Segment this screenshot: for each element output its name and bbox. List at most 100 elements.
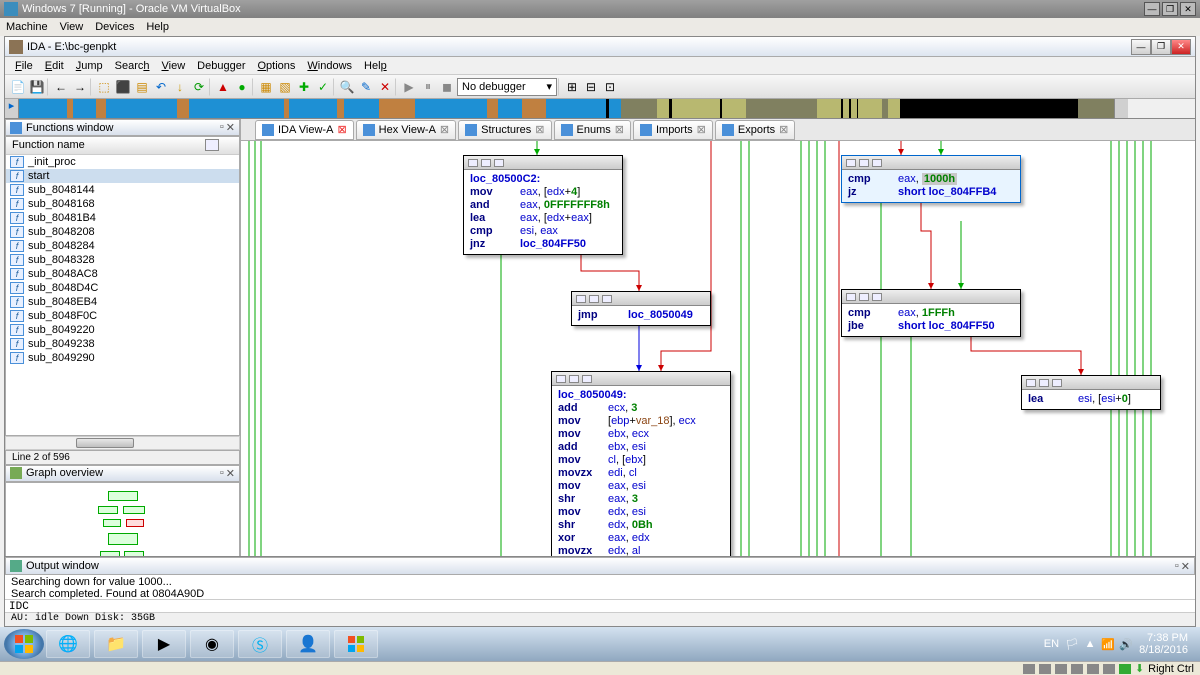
vb-menu-machine[interactable]: Machine xyxy=(6,21,48,33)
ida-menu-view[interactable]: View xyxy=(158,60,190,72)
tab-exports[interactable]: Exports⊠ xyxy=(715,120,796,140)
function-row[interactable]: fsub_80481B4 xyxy=(6,211,239,225)
tab-close-icon[interactable]: ⊠ xyxy=(779,123,788,136)
taskbar-ie[interactable]: 🌐 xyxy=(46,630,90,658)
function-row[interactable]: fsub_8048284 xyxy=(6,239,239,253)
ida-minimize-button[interactable]: — xyxy=(1131,39,1151,55)
tb-edit[interactable]: ✎ xyxy=(357,78,375,96)
tray-volume-icon[interactable]: 🔊 xyxy=(1119,637,1133,651)
tb-struct[interactable]: ▤ xyxy=(133,78,151,96)
asm-node-cmp-1FFF[interactable]: cmpeax, 1FFFh jbeshort loc_804FF50 xyxy=(841,289,1021,337)
tab-structures[interactable]: Structures⊠ xyxy=(458,120,551,140)
vb-maximize-button[interactable]: ❐ xyxy=(1162,2,1178,16)
function-row[interactable]: fsub_8048EB4 xyxy=(6,295,239,309)
navigation-band[interactable]: ▸ xyxy=(5,99,1195,119)
vb-mouse-icon[interactable] xyxy=(1119,664,1131,674)
function-row[interactable]: fsub_8049290 xyxy=(6,351,239,365)
tb-win2[interactable]: ▧ xyxy=(276,78,294,96)
function-row[interactable]: fstart xyxy=(6,169,239,183)
function-row[interactable]: fsub_8048F0C xyxy=(6,309,239,323)
functions-hscroll[interactable] xyxy=(5,436,240,449)
tb-undo[interactable]: ↶ xyxy=(152,78,170,96)
ida-menu-file[interactable]: File xyxy=(11,60,37,72)
tab-close-icon[interactable]: ⊠ xyxy=(535,123,544,136)
function-row[interactable]: fsub_8048168 xyxy=(6,197,239,211)
ida-menu-debugger[interactable]: Debugger xyxy=(193,60,249,72)
vb-display-icon[interactable] xyxy=(1103,664,1115,674)
tb-pause[interactable]: ⏸ xyxy=(419,78,437,96)
functions-header[interactable]: Function name xyxy=(6,137,239,155)
vb-shared-icon[interactable] xyxy=(1087,664,1099,674)
vb-hd-icon[interactable] xyxy=(1023,664,1035,674)
vb-close-button[interactable]: ✕ xyxy=(1180,2,1196,16)
tb-win1[interactable]: ▦ xyxy=(257,78,275,96)
function-row[interactable]: fsub_8048D4C xyxy=(6,281,239,295)
tb-new[interactable]: 📄 xyxy=(9,78,27,96)
ida-menubar[interactable]: File Edit Jump Search View Debugger Opti… xyxy=(5,57,1195,75)
tb-bp1[interactable]: ⊞ xyxy=(563,78,581,96)
vb-minimize-button[interactable]: — xyxy=(1144,2,1160,16)
functions-pane-title[interactable]: Functions window ▫ ✕ xyxy=(5,119,240,136)
tb-search[interactable]: 🔍 xyxy=(338,78,356,96)
tab-hex-view-a[interactable]: Hex View-A⊠ xyxy=(356,120,456,140)
function-row[interactable]: fsub_8049238 xyxy=(6,337,239,351)
ida-menu-windows[interactable]: Windows xyxy=(303,60,356,72)
virtualbox-menubar[interactable]: Machine View Devices Help xyxy=(0,18,1200,36)
system-tray[interactable]: EN 🏳 ▲ 📶 🔊 7:38 PM8/18/2016 xyxy=(1036,632,1196,656)
vb-menu-view[interactable]: View xyxy=(60,21,84,33)
tab-close-icon[interactable]: ⊠ xyxy=(440,123,449,136)
vb-menu-devices[interactable]: Devices xyxy=(95,21,134,33)
tab-imports[interactable]: Imports⊠ xyxy=(633,120,713,140)
asm-node-jmp[interactable]: jmploc_8050049 xyxy=(571,291,711,326)
tb-run[interactable]: ▶ xyxy=(400,78,418,96)
tb-code[interactable]: ⬚ xyxy=(95,78,113,96)
ida-menu-jump[interactable]: Jump xyxy=(72,60,107,72)
taskbar-skype[interactable]: Ⓢ xyxy=(238,630,282,658)
pane-close-icon[interactable]: ✕ xyxy=(226,121,235,134)
asm-node-lea[interactable]: leaesi, [esi+0] xyxy=(1021,375,1161,410)
taskbar-chrome[interactable]: ◉ xyxy=(190,630,234,658)
tray-network-icon[interactable]: 📶 xyxy=(1101,637,1115,651)
pane-dock-icon[interactable]: ▫ xyxy=(220,121,224,134)
asm-node-cmp-1000[interactable]: cmpeax, 1000h jzshort loc_804FFB4 xyxy=(841,155,1021,203)
tb-add[interactable]: ✚ xyxy=(295,78,313,96)
debugger-select[interactable]: No debugger▾ xyxy=(457,78,557,96)
vb-net-icon[interactable] xyxy=(1055,664,1067,674)
tray-flag-icon[interactable]: 🏳 xyxy=(1065,637,1079,651)
tb-bp3[interactable]: ⊡ xyxy=(601,78,619,96)
function-row[interactable]: fsub_8049220 xyxy=(6,323,239,337)
tab-close-icon[interactable]: ⊠ xyxy=(615,123,624,136)
taskbar-app1[interactable]: 👤 xyxy=(286,630,330,658)
vb-cd-icon[interactable] xyxy=(1039,664,1051,674)
ida-menu-help[interactable]: Help xyxy=(360,60,391,72)
tab-close-icon[interactable]: ⊠ xyxy=(337,123,346,136)
tray-lang[interactable]: EN xyxy=(1044,638,1059,650)
tb-fwd[interactable]: → xyxy=(71,78,89,96)
graph-overview-title[interactable]: Graph overview ▫ ✕ xyxy=(5,465,240,482)
ida-menu-edit[interactable]: Edit xyxy=(41,60,68,72)
taskbar-app2[interactable] xyxy=(334,630,378,658)
function-row[interactable]: fsub_8048328 xyxy=(6,253,239,267)
tb-stop[interactable]: ▲ xyxy=(214,78,232,96)
function-row[interactable]: f_init_proc xyxy=(6,155,239,169)
graph-view[interactable]: loc_80500C2: moveax, [edx+4] andeax, 0FF… xyxy=(241,141,1195,612)
tb-refresh[interactable]: ⟳ xyxy=(190,78,208,96)
tray-clock[interactable]: 7:38 PM8/18/2016 xyxy=(1139,632,1188,656)
ida-maximize-button[interactable]: ❐ xyxy=(1151,39,1171,55)
tab-close-icon[interactable]: ⊠ xyxy=(697,123,706,136)
tb-save[interactable]: 💾 xyxy=(28,78,46,96)
column-config-icon[interactable] xyxy=(205,139,219,151)
tb-go[interactable]: ● xyxy=(233,78,251,96)
taskbar-media[interactable]: ▶ xyxy=(142,630,186,658)
function-row[interactable]: fsub_8048208 xyxy=(6,225,239,239)
tb-del[interactable]: ✕ xyxy=(376,78,394,96)
tb-mark[interactable]: ✓ xyxy=(314,78,332,96)
vb-usb-icon[interactable] xyxy=(1071,664,1083,674)
ida-menu-search[interactable]: Search xyxy=(111,60,154,72)
start-button[interactable] xyxy=(4,629,44,659)
ida-close-button[interactable]: ✕ xyxy=(1171,39,1191,55)
ida-menu-options[interactable]: Options xyxy=(253,60,299,72)
taskbar-explorer[interactable]: 📁 xyxy=(94,630,138,658)
tray-action-icon[interactable]: ▲ xyxy=(1083,637,1097,651)
function-row[interactable]: fsub_8048AC8 xyxy=(6,267,239,281)
